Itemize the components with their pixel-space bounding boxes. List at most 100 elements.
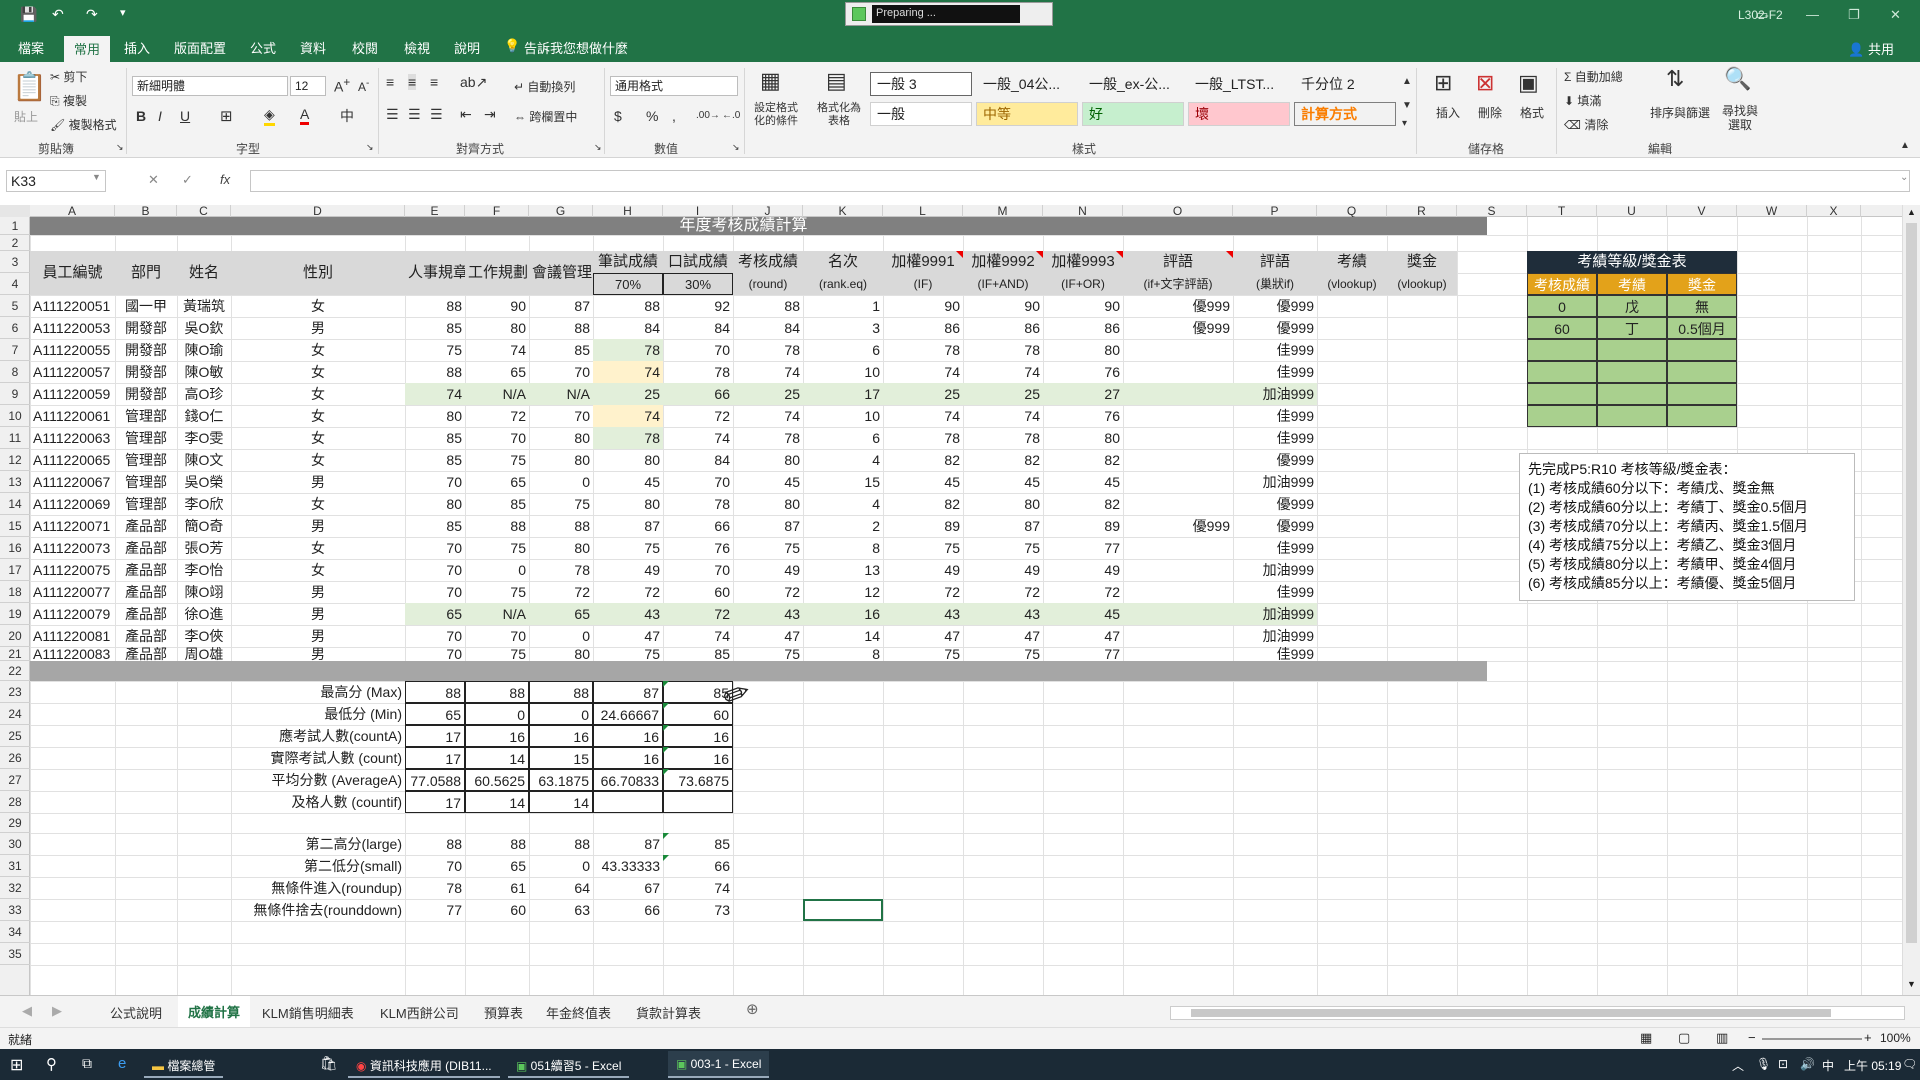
data-cell[interactable]: 優999 <box>1233 295 1317 317</box>
data-cell[interactable]: 14 <box>803 625 883 647</box>
style-normal[interactable]: 一般 <box>870 102 972 126</box>
column-header[interactable]: M <box>963 205 1043 217</box>
store-icon[interactable]: 🛍 <box>320 1055 338 1072</box>
data-cell[interactable]: 開發部 <box>115 317 177 339</box>
data-cell[interactable]: 12 <box>803 581 883 603</box>
data-cell[interactable]: 黃瑞筑 <box>177 295 231 317</box>
grow-font-icon[interactable]: A+ <box>334 76 350 95</box>
data-cell[interactable]: 70 <box>663 471 733 493</box>
data-cell[interactable]: A111220065 <box>30 449 115 471</box>
column-header[interactable]: X <box>1807 205 1861 217</box>
data-cell[interactable]: 產品部 <box>115 559 177 581</box>
stat-value[interactable]: 60 <box>663 703 733 725</box>
data-cell[interactable]: 72 <box>1043 581 1123 603</box>
data-cell[interactable]: 70 <box>405 471 465 493</box>
style-normal-04[interactable]: 一般_04公... <box>976 72 1078 96</box>
data-cell[interactable]: 開發部 <box>115 361 177 383</box>
data-cell[interactable]: 80 <box>1043 427 1123 449</box>
borders-icon[interactable]: ⊞ <box>220 107 233 125</box>
data-cell[interactable]: 85 <box>405 317 465 339</box>
sheet-tab-score-calc[interactable]: 成績計算 <box>178 996 251 1030</box>
format-as-table-label[interactable]: 格式化為表格 <box>814 102 864 128</box>
data-cell[interactable]: 86 <box>1043 317 1123 339</box>
data-cell[interactable]: A111220055 <box>30 339 115 361</box>
data-cell[interactable]: 74 <box>963 405 1043 427</box>
stat-value[interactable]: 65 <box>405 703 465 725</box>
lookup-cell[interactable] <box>1597 361 1667 383</box>
stat-value[interactable]: 88 <box>405 833 465 855</box>
style-good[interactable]: 好 <box>1082 102 1184 126</box>
zoom-out-icon[interactable]: − <box>1748 1030 1756 1045</box>
data-cell[interactable]: 優999 <box>1233 317 1317 339</box>
row-header[interactable]: 9 <box>0 383 30 405</box>
data-cell[interactable]: 陳O瑜 <box>177 339 231 361</box>
data-cell[interactable]: 管理部 <box>115 493 177 515</box>
collapse-ribbon-icon[interactable]: ▲ <box>1900 140 1910 151</box>
column-title[interactable]: 加權9992 <box>963 251 1043 273</box>
style-neutral[interactable]: 中等 <box>976 102 1078 126</box>
data-cell[interactable]: 80 <box>593 449 663 471</box>
data-cell[interactable]: 72 <box>733 581 803 603</box>
data-cell[interactable]: 90 <box>465 295 529 317</box>
tab-review[interactable]: 校閱 <box>352 38 378 57</box>
data-cell[interactable]: 90 <box>883 295 963 317</box>
sheet-tab-loan[interactable]: 貨款計算表 <box>636 1003 701 1022</box>
column-header[interactable]: N <box>1043 205 1123 217</box>
data-cell[interactable]: 70 <box>529 405 593 427</box>
data-cell[interactable]: 李O雯 <box>177 427 231 449</box>
stat-label[interactable]: 實際考試人數 (count) <box>231 747 405 769</box>
data-cell[interactable]: 80 <box>465 317 529 339</box>
data-cell[interactable]: 加油999 <box>1233 603 1317 625</box>
data-cell[interactable]: 66 <box>663 383 733 405</box>
stat-value[interactable]: 73 <box>663 899 733 921</box>
stat-value[interactable]: 43.33333 <box>593 855 663 877</box>
data-cell[interactable]: 87 <box>529 295 593 317</box>
data-cell[interactable]: 75 <box>593 647 663 661</box>
data-cell[interactable]: N/A <box>465 603 529 625</box>
number-format-combo[interactable]: 通用格式 <box>610 76 738 96</box>
stat-value[interactable]: 24.66667 <box>593 703 663 725</box>
data-cell[interactable]: 李O欣 <box>177 493 231 515</box>
stat-value[interactable]: 88 <box>465 681 529 703</box>
data-cell[interactable]: 75 <box>465 581 529 603</box>
insert-cells-label[interactable]: 插入 <box>1436 104 1460 121</box>
tell-me-box[interactable]: 告訴我您想做什麼 <box>524 38 628 57</box>
data-cell[interactable]: 78 <box>963 427 1043 449</box>
share-button[interactable]: 👤 共用 <box>1848 39 1894 58</box>
row-header[interactable]: 31 <box>0 855 30 877</box>
data-cell[interactable]: 佳999 <box>1233 581 1317 603</box>
tab-insert[interactable]: 插入 <box>124 38 150 57</box>
align-right-icon[interactable]: ☰ <box>430 106 443 123</box>
data-cell[interactable]: 82 <box>883 449 963 471</box>
data-cell[interactable]: 徐O進 <box>177 603 231 625</box>
data-cell[interactable]: 70 <box>663 559 733 581</box>
stat-value[interactable]: 87 <box>593 681 663 703</box>
column-header[interactable]: G <box>529 205 593 217</box>
data-cell[interactable]: 72 <box>529 581 593 603</box>
data-cell[interactable]: 78 <box>593 339 663 361</box>
data-cell[interactable]: 45 <box>963 471 1043 493</box>
data-cell[interactable]: 優999 <box>1123 515 1233 537</box>
data-cell[interactable]: 47 <box>883 625 963 647</box>
data-cell[interactable]: 85 <box>465 493 529 515</box>
column-subtitle[interactable]: (if+文字評語) <box>1123 273 1233 295</box>
tab-scroll-left-icon[interactable]: ◀ <box>22 1003 32 1019</box>
taskbar-excel-051[interactable]: ▣ 051續習5 - Excel <box>508 1051 630 1078</box>
data-cell[interactable]: 80 <box>529 427 593 449</box>
data-cell[interactable]: 女 <box>231 339 405 361</box>
data-cell[interactable]: 國一甲 <box>115 295 177 317</box>
cancel-icon[interactable]: ✕ <box>148 172 159 188</box>
lookup-cell[interactable] <box>1667 383 1737 405</box>
data-cell[interactable]: 男 <box>231 603 405 625</box>
column-header[interactable]: V <box>1667 205 1737 217</box>
data-cell[interactable]: 86 <box>883 317 963 339</box>
data-cell[interactable]: 49 <box>963 559 1043 581</box>
data-cell[interactable]: A111220075 <box>30 559 115 581</box>
data-cell[interactable]: 74 <box>733 405 803 427</box>
data-cell[interactable] <box>1123 361 1233 383</box>
decrease-indent-icon[interactable]: ⇤ <box>460 106 472 123</box>
stat-value[interactable]: 65 <box>465 855 529 877</box>
select-all-corner[interactable] <box>0 205 30 217</box>
save-icon[interactable]: 💾 <box>20 6 37 23</box>
data-cell[interactable]: 開發部 <box>115 339 177 361</box>
